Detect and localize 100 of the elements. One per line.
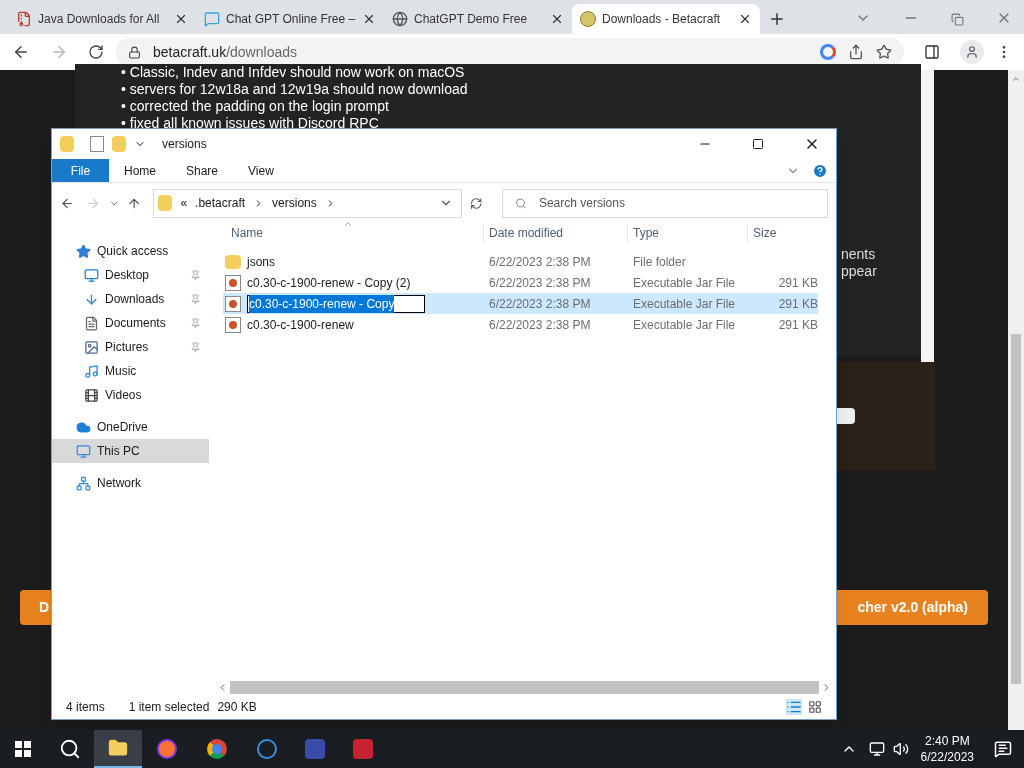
jar-file-icon <box>225 316 241 333</box>
status-text: 1 item selected <box>128 699 210 716</box>
file-size: 291 KB <box>777 316 818 334</box>
scroll-up-icon[interactable] <box>1011 74 1021 84</box>
google-icon[interactable] <box>820 44 836 60</box>
close-icon[interactable] <box>174 12 188 26</box>
file-row[interactable]: c0.30-c-1900-renew - Copy 6/22/2023 2:38 PM Executable Jar File 291 KB <box>223 293 818 314</box>
large-icons-view-icon[interactable] <box>808 700 822 714</box>
globe-icon <box>392 11 408 27</box>
file-row[interactable]: c0.30-c-1900-renew 6/22/2023 2:38 PM Executable Jar File 291 KB <box>223 314 818 335</box>
column-header[interactable]: Date modified <box>484 224 628 242</box>
file-date: 6/22/2023 2:38 PM <box>488 316 592 334</box>
column-header[interactable]: Size <box>748 224 823 242</box>
details-view-icon[interactable] <box>786 699 802 715</box>
nav-item[interactable]: Quick access <box>52 239 209 263</box>
properties-icon[interactable] <box>90 136 104 152</box>
nav-item[interactable]: Pictures <box>52 335 209 359</box>
close-icon[interactable] <box>550 12 564 26</box>
notifications-icon[interactable] <box>994 740 1012 758</box>
description-fragment: nents <box>841 246 877 263</box>
breadcrumb-item[interactable]: versions <box>272 194 317 212</box>
nav-label: Network <box>97 475 142 492</box>
tab-title: ChatGPT Demo Free <box>414 11 529 28</box>
film-icon <box>84 387 99 403</box>
ribbon-tab[interactable]: File <box>52 159 109 182</box>
selected-text: c0.30-c-1900-renew - Copy <box>249 294 395 313</box>
breadcrumb-item[interactable]: « <box>180 194 188 212</box>
nav-item[interactable]: Desktop <box>52 263 209 287</box>
browser-tab[interactable]: Chat GPT Online Free – <box>196 4 384 34</box>
address-bar[interactable]: « .betacraft versions <box>153 188 462 218</box>
file-size: 291 KB <box>777 295 818 313</box>
download-icon <box>84 291 99 307</box>
changelog-bullet: • Classic, Indev and Infdev should now work on macOS <box>121 64 466 81</box>
music-note-icon <box>84 363 99 379</box>
browser-tab[interactable]: Downloads - Betacraft <box>572 4 760 34</box>
url-text: betacraft.uk/downloads <box>153 42 297 62</box>
back-icon[interactable] <box>12 43 30 61</box>
profile-icon[interactable] <box>960 40 984 64</box>
network-tray-icon[interactable] <box>868 741 885 757</box>
side-panel-icon[interactable] <box>924 44 940 60</box>
site-logo-icon <box>580 11 596 27</box>
changelog-bullet: • corrected the padding on the login prompt <box>121 98 390 115</box>
browser-tab[interactable]: Java Downloads for All <box>8 4 196 34</box>
reload-icon[interactable] <box>88 44 104 60</box>
maximize-icon[interactable] <box>752 138 764 150</box>
scrollbar-thumb[interactable] <box>1011 334 1021 684</box>
nav-item[interactable]: Downloads <box>52 287 209 311</box>
nav-label: Pictures <box>105 339 150 356</box>
nav-item[interactable]: Videos <box>52 383 209 407</box>
close-icon[interactable] <box>362 12 376 26</box>
pin-icon <box>190 293 201 305</box>
share-icon[interactable] <box>848 44 864 60</box>
ribbon-tab[interactable]: Share <box>171 159 234 182</box>
file-date: 6/22/2023 2:38 PM <box>488 253 592 271</box>
address-bar[interactable]: betacraft.uk/downloads <box>116 38 904 66</box>
input-field <box>837 408 855 424</box>
ribbon-tab[interactable]: Home <box>109 159 171 182</box>
scrollbar-thumb[interactable] <box>230 680 819 694</box>
nav-item[interactable]: Music <box>52 359 209 383</box>
file-row[interactable]: c0.30-c-1900-renew - Copy (2) 6/22/2023 2:38 PM Executable Jar File 291 KB <box>223 272 818 293</box>
clock[interactable]: 2:40 PM 6/22/2023 <box>920 733 974 765</box>
nav-label: Documents <box>105 315 167 332</box>
new-tab-icon[interactable] <box>768 10 786 28</box>
nav-item[interactable]: Documents <box>52 311 209 335</box>
folder-icon <box>225 254 241 269</box>
restore-icon[interactable] <box>951 13 964 26</box>
nav-item[interactable]: OneDrive <box>52 415 209 439</box>
status-text: 290 KB <box>217 699 257 716</box>
search-field[interactable]: Search versions <box>501 188 829 218</box>
desktop-icon <box>84 267 99 283</box>
clock-time: 2:40 PM <box>924 733 970 749</box>
file-explorer-taskbar-icon[interactable] <box>94 730 142 768</box>
close-icon[interactable] <box>738 12 752 26</box>
nav-item[interactable]: This PC <box>52 439 209 463</box>
pin-icon <box>190 317 201 329</box>
breadcrumb-item[interactable]: .betacraft <box>195 194 246 212</box>
search-icon <box>514 196 527 210</box>
status-text: 4 items <box>66 699 105 716</box>
cloud-icon <box>76 419 91 435</box>
column-header[interactable]: Type <box>628 224 748 242</box>
nav-label: Desktop <box>105 267 151 284</box>
tab-title: Chat GPT Online Free – <box>226 11 356 28</box>
search-icon[interactable] <box>59 738 81 760</box>
sort-indicator-icon <box>343 219 353 229</box>
computer-icon <box>76 443 91 459</box>
refresh-icon[interactable] <box>469 196 482 210</box>
chat-bubble-icon <box>204 11 220 27</box>
file-name: c0.30-c-1900-renew <box>247 316 354 334</box>
jar-file-icon <box>225 295 241 312</box>
picture-icon <box>84 339 99 355</box>
changelog-bullet: • servers for 12w18a and 12w19a should now download <box>121 81 469 98</box>
nav-item[interactable]: Network <box>52 471 209 495</box>
bookmark-star-icon[interactable] <box>876 44 892 60</box>
column-header[interactable]: Name <box>223 224 484 242</box>
ribbon-tab[interactable]: View <box>233 159 289 182</box>
help-icon[interactable] <box>812 162 828 179</box>
search-input[interactable]: Search versions <box>538 194 816 212</box>
browser-tab[interactable]: ChatGPT Demo Free <box>384 4 572 34</box>
file-row[interactable]: jsons 6/22/2023 2:38 PM File folder <box>223 251 818 272</box>
rename-field[interactable]: c0.30-c-1900-renew - Copy <box>247 294 425 313</box>
